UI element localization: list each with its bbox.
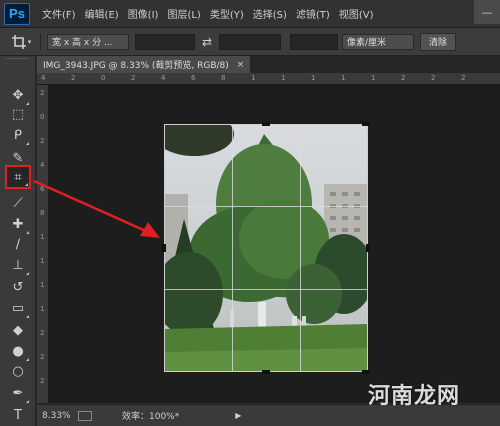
history-brush-tool[interactable]: ↺	[6, 276, 30, 298]
menu-edit[interactable]: 编辑(E)	[85, 6, 119, 21]
ruler-number: 6	[191, 74, 196, 82]
menu-file[interactable]: 文件(F)	[42, 6, 76, 21]
ruler-number: 0	[101, 74, 106, 82]
photoshop-logo: Ps	[4, 2, 30, 25]
crop-handle-top-right[interactable]	[362, 122, 370, 126]
menu-bar: Ps 文件(F) 编辑(E) 图像(I) 图层(L) 类型(Y) 选择(S) 滤…	[0, 0, 500, 28]
ruler-number: 1	[40, 281, 45, 289]
ruler-number: 1	[341, 74, 346, 82]
swap-dimensions-icon[interactable]: ⇄	[195, 35, 219, 49]
ratio-select[interactable]: 宽 x 高 x 分 ...	[47, 33, 129, 50]
type-tool[interactable]: T	[6, 404, 30, 426]
tools-panel: ✥ ⬚ ᑭ ✎ ⌗ ⟋ ✚ ∕ ⊥ ↺ ▭ ◆ ● ○ ✒ T	[0, 56, 36, 426]
paint-bucket-tool[interactable]: ◆	[6, 319, 30, 341]
ruler-number: 6	[40, 185, 45, 193]
crop-handle-right[interactable]	[366, 244, 370, 252]
efficiency-readout: 效率：100%*	[122, 412, 180, 422]
clear-button[interactable]: 清除	[420, 32, 456, 51]
menu-view[interactable]: 视图(V)	[339, 6, 374, 21]
menu-type[interactable]: 类型(Y)	[210, 6, 244, 21]
crop-icon	[11, 34, 26, 49]
menu-filter[interactable]: 滤镜(T)	[296, 6, 330, 21]
ruler-number: 0	[40, 113, 45, 121]
crop-tool[interactable]: ⌗	[6, 166, 30, 188]
marquee-tool[interactable]: ⬚	[6, 103, 30, 125]
ruler-number: 2	[401, 74, 406, 82]
ruler-number: 1	[251, 74, 256, 82]
options-bar: ▾ 宽 x 高 x 分 ... ⇄ 像素/厘米 清除	[0, 28, 500, 56]
zoom-level[interactable]: 8.33%	[42, 411, 78, 421]
menu-select[interactable]: 选择(S)	[253, 6, 287, 21]
ruler-number: 2	[40, 377, 45, 385]
menu-layer[interactable]: 图层(L)	[167, 6, 200, 21]
document-info-icon[interactable]	[78, 410, 92, 421]
tool-flyout-indicator	[26, 315, 29, 318]
lasso-tool[interactable]: ᑭ	[6, 124, 30, 146]
crop-handle-bottom[interactable]	[262, 370, 270, 374]
healing-brush-tool[interactable]: ✚	[6, 213, 30, 235]
eyedropper-tool[interactable]: ⟋	[6, 192, 30, 214]
panel-grip[interactable]	[6, 58, 29, 68]
crop-handle-left[interactable]	[162, 244, 166, 252]
crop-box[interactable]	[164, 124, 368, 372]
ruler-number: 2	[71, 74, 76, 82]
ruler-number: 2	[40, 329, 45, 337]
tool-flyout-indicator	[26, 142, 29, 145]
clone-stamp-tool[interactable]: ⊥	[6, 254, 30, 276]
blur-tool[interactable]: ●	[6, 340, 30, 362]
ruler-number: 2	[431, 74, 436, 82]
ruler-number: 1	[371, 74, 376, 82]
watermark: 河南龙网	[368, 384, 461, 409]
pen-tool[interactable]: ✒	[6, 382, 30, 404]
vertical-ruler[interactable]: 2 0 2 4 6 8 1 1 1 1 2 2 2	[37, 85, 49, 403]
ruler-number: 2	[40, 137, 45, 145]
ruler-number: 8	[40, 209, 45, 217]
resolution-input[interactable]	[290, 33, 338, 50]
ruler-number: 4	[40, 161, 45, 169]
document-tab[interactable]: IMG_3943.JPG @ 8.33% (裁剪预览, RGB/8) ×	[37, 56, 251, 73]
crop-handle-bottom-right[interactable]	[362, 370, 370, 374]
minimize-button[interactable]: —	[474, 0, 500, 24]
ruler-number: 1	[40, 257, 45, 265]
menu-image[interactable]: 图像(I)	[128, 6, 159, 21]
unit-select[interactable]: 像素/厘米	[342, 33, 414, 50]
ruler-number: 4	[161, 74, 166, 82]
eraser-tool[interactable]: ▭	[6, 297, 30, 319]
ruler-number: 2	[131, 74, 136, 82]
ruler-number: 2	[40, 89, 45, 97]
status-menu-arrow-icon[interactable]: ▶	[235, 411, 241, 420]
brush-tool[interactable]: ∕	[6, 233, 30, 255]
tool-flyout-indicator	[26, 272, 29, 275]
document-tab-bar: IMG_3943.JPG @ 8.33% (裁剪预览, RGB/8) ×	[37, 56, 500, 73]
ruler-number: 1	[311, 74, 316, 82]
window-controls: —	[474, 0, 500, 24]
crop-handle-top[interactable]	[262, 122, 270, 126]
options-separator	[40, 32, 41, 51]
ruler-number: 4	[41, 74, 46, 82]
ruler-number: 2	[461, 74, 466, 82]
crop-tool-preset-icon[interactable]: ▾	[4, 31, 38, 53]
ruler-number: 1	[40, 233, 45, 241]
dodge-tool[interactable]: ○	[6, 360, 30, 382]
tool-flyout-indicator	[26, 400, 29, 403]
ruler-number: 1	[40, 305, 45, 313]
ruler-number: 8	[221, 74, 226, 82]
horizontal-ruler[interactable]: 4 2 0 2 4 6 8 1 1 1 1 1 2 2 2	[37, 73, 500, 85]
document-title: IMG_3943.JPG @ 8.33% (裁剪预览, RGB/8)	[43, 61, 229, 71]
ruler-number: 1	[281, 74, 286, 82]
chevron-down-icon: ▾	[27, 37, 32, 46]
width-input[interactable]	[135, 33, 195, 50]
ruler-number: 2	[40, 353, 45, 361]
tool-flyout-indicator	[25, 183, 28, 186]
close-icon[interactable]: ×	[237, 60, 245, 70]
height-input[interactable]	[219, 33, 281, 50]
